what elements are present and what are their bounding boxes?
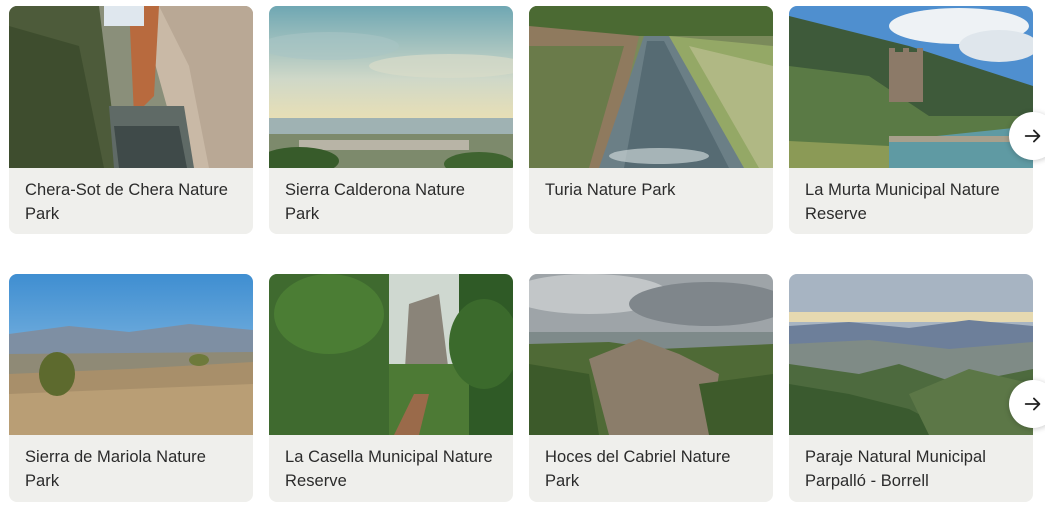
park-card[interactable]: Turia Nature Park	[529, 6, 773, 234]
park-card[interactable]: Hoces del Cabriel Nature Park	[529, 274, 773, 502]
park-photo	[789, 6, 1033, 168]
park-photo	[9, 6, 253, 168]
park-title: Paraje Natural Municipal Parpalló - Borr…	[805, 448, 986, 490]
park-photo	[269, 6, 513, 168]
park-card[interactable]: Sierra Calderona Nature Park	[269, 6, 513, 234]
arrow-right-icon	[1024, 397, 1041, 411]
park-title: Sierra de Mariola Nature Park	[25, 448, 206, 490]
park-photo	[789, 274, 1033, 435]
park-card[interactable]: La Murta Municipal Nature Reserve	[789, 6, 1033, 234]
park-title: Sierra Calderona Nature Park	[285, 181, 465, 223]
park-title: Chera-Sot de Chera Nature Park	[25, 181, 229, 223]
arrow-right-icon	[1024, 129, 1041, 143]
park-title: La Murta Municipal Nature Reserve	[805, 181, 1000, 223]
park-photo	[269, 274, 513, 435]
park-title: Hoces del Cabriel Nature Park	[545, 448, 731, 490]
park-title: Turia Nature Park	[545, 181, 676, 199]
park-card[interactable]: Paraje Natural Municipal Parpalló - Borr…	[789, 274, 1033, 502]
park-card[interactable]: Sierra de Mariola Nature Park	[9, 274, 253, 502]
park-card[interactable]: La Casella Municipal Nature Reserve	[269, 274, 513, 502]
park-photo	[529, 274, 773, 435]
park-photo	[9, 274, 253, 435]
park-photo	[529, 6, 773, 168]
park-title: La Casella Municipal Nature Reserve	[285, 448, 493, 490]
park-card[interactable]: Chera-Sot de Chera Nature Park	[9, 6, 253, 234]
